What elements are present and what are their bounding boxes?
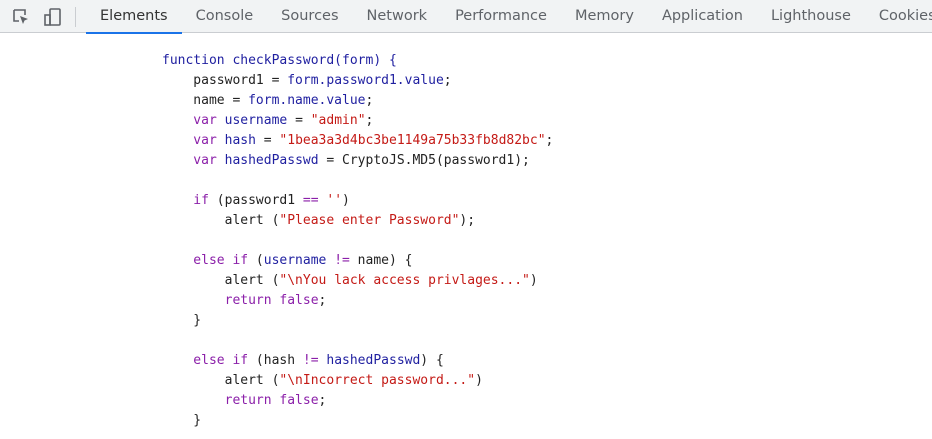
code-line: } <box>162 411 201 431</box>
code-token: else if <box>162 253 256 268</box>
code-token: ; <box>365 93 374 108</box>
code-token: } <box>162 413 202 428</box>
code-token: else if <box>162 353 256 368</box>
code-token: alert ( <box>162 373 280 388</box>
code-token: ); <box>459 213 476 228</box>
code-token: == <box>302 193 319 208</box>
code-line: password1 = form.password1.value; <box>162 71 452 91</box>
code-token: ; <box>318 293 327 308</box>
code-line: function checkPassword(form) { <box>162 51 397 71</box>
code-token: "admin" <box>310 113 366 128</box>
code-token: username <box>224 113 288 128</box>
code-line: else if (hash != hashedPasswd) { <box>162 351 444 371</box>
inspect-element-icon[interactable] <box>10 6 32 28</box>
code-token: name) { <box>349 253 413 268</box>
code-line: return false; <box>162 391 327 411</box>
code-token: ) <box>475 373 483 388</box>
code-token: = CryptoJS.MD5(password1); <box>318 153 530 168</box>
toolbar-divider <box>75 7 76 27</box>
code-token: var <box>162 153 225 168</box>
code-token: var <box>162 133 225 148</box>
tab-cookies[interactable]: Cookies <box>865 0 932 33</box>
code-token: ; <box>545 133 554 148</box>
tab-performance[interactable]: Performance <box>441 0 561 33</box>
code-token: return false <box>162 293 319 308</box>
code-token: (password1 <box>216 193 303 208</box>
code-token: ; <box>443 73 452 88</box>
code-line: if (password1 == '') <box>162 191 350 211</box>
code-token: } <box>162 313 202 328</box>
code-line: alert ("\nIncorrect password...") <box>162 371 483 391</box>
code-line: var hashedPasswd = CryptoJS.MD5(password… <box>162 151 530 171</box>
code-token: form.password1.value <box>287 73 444 88</box>
code-token: return false <box>162 393 319 408</box>
panel-tabs: Elements Console Sources Network Performance… <box>86 0 932 34</box>
tab-application[interactable]: Application <box>648 0 757 33</box>
source-code-view: function checkPassword(form) { password1… <box>0 33 932 439</box>
code-token: ( <box>255 253 264 268</box>
device-toolbar-icon[interactable] <box>42 6 64 28</box>
code-token: ) <box>529 273 538 288</box>
code-token: hashedPasswd <box>224 153 319 168</box>
code-token: '' <box>326 193 343 208</box>
code-token: form.name.value <box>248 93 366 108</box>
devtools-toolbar: Elements Console Sources Network Performance… <box>0 0 932 34</box>
tab-lighthouse[interactable]: Lighthouse <box>757 0 865 33</box>
code-token: ) { <box>420 353 444 368</box>
code-token: ) <box>342 193 350 208</box>
code-token: if <box>162 193 217 208</box>
code-token: = <box>287 113 311 128</box>
code-token: alert ( <box>162 273 280 288</box>
code-line: var username = "admin"; <box>162 111 373 131</box>
code-line: name = form.name.value; <box>162 91 373 111</box>
code-token: hash <box>224 133 256 148</box>
code-token: (hash <box>255 353 303 368</box>
code-line: return false; <box>162 291 327 311</box>
code-line: alert ("\nYou lack access privlages...") <box>162 271 538 291</box>
code-line: else if (username != name) { <box>162 251 412 271</box>
code-token: ; <box>365 113 374 128</box>
tab-console[interactable]: Console <box>182 0 268 33</box>
tab-elements[interactable]: Elements <box>86 0 182 34</box>
code-token: "1bea3a3d4bc3be1149a75b33fb8d82bc" <box>279 133 546 148</box>
code-token: = <box>255 133 280 148</box>
tab-sources[interactable]: Sources <box>267 0 352 33</box>
code-token: alert ( <box>162 213 280 228</box>
code-token: var <box>162 113 225 128</box>
tab-network[interactable]: Network <box>353 0 442 33</box>
code-token: name = <box>162 93 249 108</box>
code-token: "\nYou lack access privlages..." <box>279 273 530 288</box>
code-token: hashedPasswd <box>326 353 421 368</box>
code-line: alert ("Please enter Password"); <box>162 211 475 231</box>
code-line: } <box>162 311 201 331</box>
code-token: ; <box>318 393 327 408</box>
code-token: "\nIncorrect password..." <box>279 373 476 388</box>
code-token: password1 = <box>162 73 288 88</box>
code-token: username <box>263 253 327 268</box>
code-line: var hash = "1bea3a3d4bc3be1149a75b33fb8d… <box>162 131 553 151</box>
code-token: != <box>302 353 319 368</box>
code-token: "Please enter Password" <box>279 213 460 228</box>
code-token: != <box>334 253 350 268</box>
code-token: function checkPassword(form) { <box>162 53 397 68</box>
tab-memory[interactable]: Memory <box>561 0 648 33</box>
